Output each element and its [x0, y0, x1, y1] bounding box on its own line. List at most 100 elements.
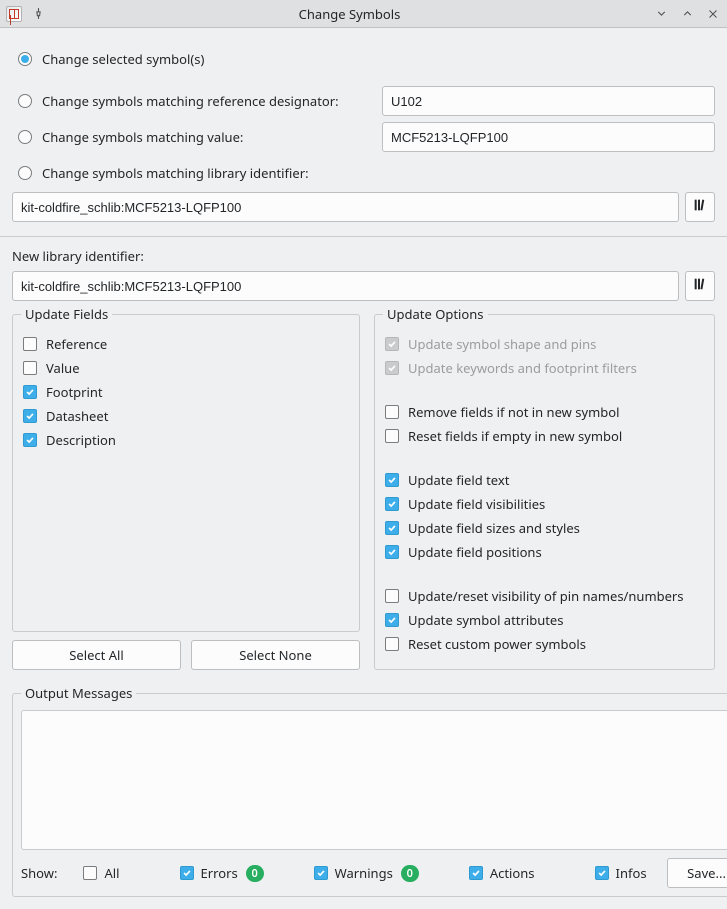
show-all[interactable]: All	[83, 864, 119, 882]
new-library-browser-button[interactable]	[685, 271, 715, 301]
save-button[interactable]: Save...	[667, 858, 727, 888]
maximize-icon[interactable]	[679, 6, 695, 22]
show-warnings[interactable]: Warnings 0	[314, 864, 419, 882]
new-libid-label: New library identifier:	[12, 247, 715, 265]
field-checkbox-row[interactable]: Datasheet	[23, 407, 349, 425]
library-icon	[692, 276, 708, 296]
checkbox-icon	[385, 545, 399, 559]
checkbox-icon	[469, 866, 483, 880]
option-label: Update field text	[408, 471, 509, 489]
option-checkbox-row[interactable]: Update field positions	[385, 543, 704, 561]
radio-label: Change symbols matching library identifi…	[42, 164, 309, 182]
option-label: Update/reset visibility of pin names/num…	[408, 587, 684, 605]
show-warnings-label: Warnings	[335, 864, 393, 882]
option-label: Update keywords and footprint filters	[408, 359, 637, 377]
select-none-button[interactable]: Select None	[191, 640, 360, 670]
checkbox-icon	[385, 613, 399, 627]
checkbox-icon	[385, 337, 399, 351]
field-label: Datasheet	[46, 407, 108, 425]
checkbox-icon	[23, 361, 37, 375]
checkbox-icon	[314, 866, 328, 880]
show-infos[interactable]: Infos	[595, 864, 647, 882]
option-checkbox-row: Update symbol shape and pins	[385, 335, 704, 353]
checkbox-icon	[23, 409, 37, 423]
radio-icon	[18, 166, 32, 180]
option-checkbox-row[interactable]: Update field visibilities	[385, 495, 704, 513]
option-checkbox-row[interactable]: Update field text	[385, 471, 704, 489]
option-checkbox-row[interactable]: Reset custom power symbols	[385, 635, 704, 653]
output-messages-legend: Output Messages	[21, 684, 136, 702]
update-fields-group: Update Fields Reference Value Footprint Dat…	[12, 305, 360, 632]
library-icon	[692, 197, 708, 217]
pin-icon[interactable]	[30, 6, 46, 22]
value-input[interactable]	[382, 122, 715, 152]
option-checkbox-row[interactable]: Update symbol attributes	[385, 611, 704, 629]
show-actions[interactable]: Actions	[469, 864, 535, 882]
checkbox-icon	[23, 337, 37, 351]
output-messages-textarea[interactable]	[21, 710, 727, 850]
checkbox-icon	[385, 589, 399, 603]
option-checkbox-row[interactable]: Reset fields if empty in new symbol	[385, 427, 704, 445]
option-label: Remove fields if not in new symbol	[408, 403, 619, 421]
radio-matching-libid[interactable]: Change symbols matching library identifi…	[18, 160, 715, 186]
select-all-button[interactable]: Select All	[12, 640, 181, 670]
checkbox-icon	[385, 473, 399, 487]
checkbox-icon	[23, 385, 37, 399]
show-label: Show:	[21, 864, 57, 882]
ref-input[interactable]	[382, 86, 715, 116]
titlebar: Change Symbols	[0, 0, 727, 28]
libid-input[interactable]	[12, 192, 679, 222]
checkbox-icon	[180, 866, 194, 880]
close-icon[interactable]	[705, 6, 721, 22]
field-label: Footprint	[46, 383, 103, 401]
library-browser-button[interactable]	[685, 192, 715, 222]
checkbox-icon	[83, 866, 97, 880]
option-checkbox-row[interactable]: Remove fields if not in new symbol	[385, 403, 704, 421]
field-checkbox-row[interactable]: Footprint	[23, 383, 349, 401]
show-infos-label: Infos	[616, 864, 647, 882]
show-errors[interactable]: Errors 0	[180, 864, 264, 882]
radio-label: Change symbols matching value:	[42, 128, 372, 146]
option-label: Update field visibilities	[408, 495, 545, 513]
option-checkbox-row[interactable]: Update/reset visibility of pin names/num…	[385, 587, 704, 605]
warnings-count-badge: 0	[401, 865, 419, 882]
checkbox-icon	[385, 405, 399, 419]
window-title: Change Symbols	[46, 5, 653, 23]
radio-change-selected[interactable]: Change selected symbol(s)	[18, 46, 715, 72]
update-options-legend: Update Options	[383, 305, 488, 323]
radio-matching-ref-row: Change symbols matching reference design…	[18, 86, 715, 116]
checkbox-icon	[385, 429, 399, 443]
option-label: Reset custom power symbols	[408, 635, 586, 653]
checkbox-icon	[385, 521, 399, 535]
option-checkbox-row[interactable]: Update field sizes and styles	[385, 519, 704, 537]
field-checkbox-row[interactable]: Description	[23, 431, 349, 449]
option-label: Update symbol attributes	[408, 611, 563, 629]
checkbox-icon	[385, 497, 399, 511]
radio-matching-value-row: Change symbols matching value:	[18, 122, 715, 152]
separator	[0, 236, 727, 237]
field-checkbox-row[interactable]: Value	[23, 359, 349, 377]
show-errors-label: Errors	[201, 864, 238, 882]
errors-count-badge: 0	[246, 865, 264, 882]
radio-label: Change selected symbol(s)	[42, 50, 204, 68]
radio-icon	[18, 52, 32, 66]
app-icon	[6, 6, 22, 22]
option-label: Update symbol shape and pins	[408, 335, 596, 353]
field-label: Value	[46, 359, 80, 377]
update-options-group: Update Options Update symbol shape and p…	[374, 305, 715, 670]
option-checkbox-row: Update keywords and footprint filters	[385, 359, 704, 377]
new-libid-input[interactable]	[12, 271, 679, 301]
update-fields-legend: Update Fields	[21, 305, 112, 323]
option-label: Reset fields if empty in new symbol	[408, 427, 622, 445]
minimize-icon[interactable]	[653, 6, 669, 22]
radio-matching-ref[interactable]	[18, 94, 32, 108]
option-label: Update field sizes and styles	[408, 519, 580, 537]
checkbox-icon	[595, 866, 609, 880]
radio-matching-value[interactable]	[18, 130, 32, 144]
option-label: Update field positions	[408, 543, 542, 561]
checkbox-icon	[385, 637, 399, 651]
show-actions-label: Actions	[490, 864, 535, 882]
checkbox-icon	[385, 361, 399, 375]
field-checkbox-row[interactable]: Reference	[23, 335, 349, 353]
radio-label: Change symbols matching reference design…	[42, 92, 372, 110]
